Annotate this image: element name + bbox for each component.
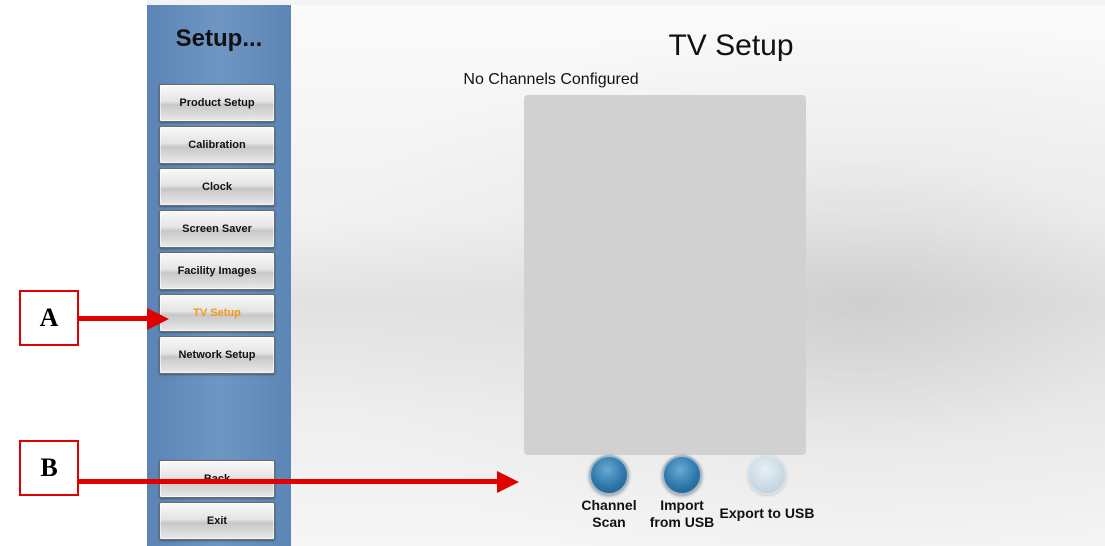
tv-setup-screen: Setup... Product Setup Calibration Clock… (147, 0, 1105, 546)
sidebar-title: Setup... (175, 25, 263, 52)
export-to-usb-button[interactable] (747, 455, 787, 495)
sidebar-item-network-setup[interactable]: Network Setup (159, 336, 275, 374)
channel-scan-button[interactable] (589, 455, 629, 495)
sidebar-item-screen-saver[interactable]: Screen Saver (159, 210, 275, 248)
sidebar-item-facility-images[interactable]: Facility Images (159, 252, 275, 290)
callout-b: B (19, 440, 79, 496)
export-to-usb-label: Export to USB (719, 505, 815, 521)
callout-b-arrow-head (497, 471, 519, 493)
sidebar-item-clock[interactable]: Clock (159, 168, 275, 206)
page-title: TV Setup (668, 29, 794, 62)
sidebar-item-product-setup[interactable]: Product Setup (159, 84, 275, 122)
sidebar: Setup... Product Setup Calibration Clock… (147, 5, 291, 546)
callout-a: A (19, 290, 79, 346)
main-panel: TV Setup No Channels Configured Channel … (291, 5, 1105, 546)
import-from-usb-button[interactable] (662, 455, 702, 495)
callout-a-arrow-head (147, 308, 169, 330)
channel-list[interactable] (524, 95, 806, 455)
sidebar-item-calibration[interactable]: Calibration (159, 126, 275, 164)
channels-status-label: No Channels Configured (463, 71, 639, 88)
callout-b-arrow-line (79, 479, 499, 484)
callout-a-arrow-line (79, 316, 149, 321)
exit-button[interactable]: Exit (159, 502, 275, 540)
sidebar-item-tv-setup[interactable]: TV Setup (159, 294, 275, 332)
